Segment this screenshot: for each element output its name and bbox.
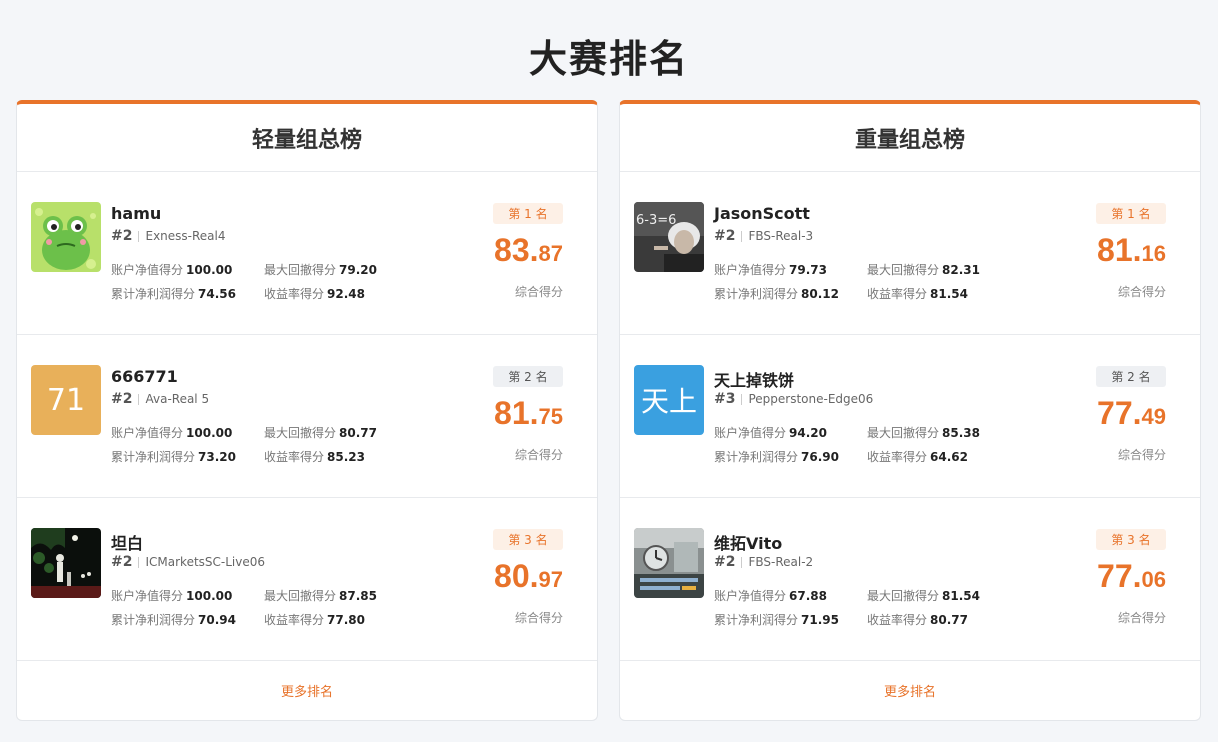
overall-score: 81.16 [1097, 232, 1166, 268]
return-score: 收益率得分 81.54 [867, 287, 968, 301]
return-score: 收益率得分 77.80 [264, 613, 365, 627]
account-server: FBS-Real-3 [748, 229, 814, 243]
board-title: 轻量组总榜 [17, 104, 597, 172]
trader-name[interactable]: 维拓Vito [714, 530, 782, 554]
ranking-row[interactable]: 天上 天上掉铁饼 #3 Pepperstone-Edge06 账户净值得分 94.2… [620, 335, 1200, 498]
overall-score: 80.97 [494, 558, 563, 594]
overall-score: 83.87 [494, 232, 563, 268]
equity-score: 账户净值得分 100.00 [111, 426, 233, 440]
separator [741, 230, 743, 242]
account-server: Exness-Real4 [145, 229, 226, 243]
drawdown-score: 最大回撤得分 87.85 [264, 589, 377, 603]
equity-score: 账户净值得分 67.88 [714, 589, 827, 603]
account-server: ICMarketsSC-Live06 [145, 555, 266, 569]
profit-score: 累计净利润得分 74.56 [111, 287, 236, 301]
trader-name[interactable]: JasonScott [714, 204, 810, 223]
return-score: 收益率得分 85.23 [264, 450, 365, 464]
einstein-avatar-icon[interactable]: 6-3=6 [634, 202, 704, 272]
heavy-group-board: 重量组总榜 6-3=6 JasonScott #2 FBS-Real-3 账户净值… [619, 100, 1201, 721]
overall-score: 77.49 [1097, 395, 1166, 431]
equity-score: 账户净值得分 79.73 [714, 263, 827, 277]
place-badge: 第 3 名 [1096, 529, 1166, 550]
place-badge: 第 2 名 [493, 366, 563, 387]
group-rank: #2 [111, 391, 133, 407]
equity-score: 账户净值得分 100.00 [111, 263, 233, 277]
group-rank: #2 [111, 554, 133, 570]
profit-score: 累计净利润得分 76.90 [714, 450, 839, 464]
rank-line: #2 FBS-Real-2 [714, 554, 813, 570]
rank-line: #2 Exness-Real4 [111, 228, 226, 244]
trader-name[interactable]: 天上掉铁饼 [714, 367, 794, 391]
rank-line: #3 Pepperstone-Edge06 [714, 391, 873, 407]
equity-score: 账户净值得分 94.20 [714, 426, 827, 440]
separator [138, 556, 140, 568]
frog-avatar-icon[interactable] [31, 202, 101, 272]
group-rank: #3 [714, 391, 736, 407]
profit-score: 累计净利润得分 73.20 [111, 450, 236, 464]
group-rank: #2 [714, 554, 736, 570]
board-title: 重量组总榜 [620, 104, 1200, 172]
profit-score: 累计净利润得分 80.12 [714, 287, 839, 301]
page-title: 大赛排名 [528, 37, 689, 81]
account-server: Ava-Real 5 [145, 392, 210, 406]
svg-text:6-3=6: 6-3=6 [636, 213, 676, 228]
group-rank: #2 [111, 228, 133, 244]
drawdown-score: 最大回撤得分 85.38 [867, 426, 980, 440]
overall-score-label: 综合得分 [1117, 285, 1166, 299]
ranking-row[interactable]: hamu #2 Exness-Real4 账户净值得分 100.00 最大回撤得分 7… [17, 172, 597, 335]
return-score: 收益率得分 92.48 [264, 287, 365, 301]
separator [741, 393, 743, 405]
drawdown-score: 最大回撤得分 82.31 [867, 263, 980, 277]
equity-score: 账户净值得分 100.00 [111, 589, 233, 603]
place-badge: 第 3 名 [493, 529, 563, 550]
ranking-row[interactable]: 71 666771 #2 Ava-Real 5 账户净值得分 100.00 最大回撤… [17, 335, 597, 498]
drawdown-score: 最大回撤得分 80.77 [264, 426, 377, 440]
account-server: FBS-Real-2 [748, 555, 814, 569]
ranking-row[interactable]: 坦白 #2 ICMarketsSC-Live06 账户净值得分 100.00 最大回… [17, 498, 597, 661]
more-rankings-link[interactable]: 更多排名 [17, 661, 597, 719]
profit-score: 累计净利润得分 71.95 [714, 613, 839, 627]
night-scene-avatar-icon[interactable] [31, 528, 101, 598]
overall-score: 81.75 [494, 395, 563, 431]
separator [138, 393, 140, 405]
overall-score: 77.06 [1097, 558, 1166, 594]
place-badge: 第 2 名 [1096, 366, 1166, 387]
drawdown-score: 最大回撤得分 81.54 [867, 589, 980, 603]
overall-score-label: 综合得分 [1117, 611, 1166, 625]
drawdown-score: 最大回撤得分 79.20 [264, 263, 377, 277]
rank-line: #2 Ava-Real 5 [111, 391, 209, 407]
separator [741, 556, 743, 568]
separator [138, 230, 140, 242]
overall-score-label: 综合得分 [514, 611, 563, 625]
ranking-row[interactable]: 6-3=6 JasonScott #2 FBS-Real-3 账户净值得分 79.7… [620, 172, 1200, 335]
trader-name[interactable]: 坦白 [111, 530, 143, 554]
return-score: 收益率得分 80.77 [867, 613, 968, 627]
overall-score-label: 综合得分 [514, 285, 563, 299]
profit-score: 累计净利润得分 70.94 [111, 613, 236, 627]
return-score: 收益率得分 64.62 [867, 450, 968, 464]
trader-name[interactable]: 666771 [111, 367, 178, 386]
rank-line: #2 ICMarketsSC-Live06 [111, 554, 265, 570]
account-server: Pepperstone-Edge06 [748, 392, 874, 406]
clock-photo-avatar-icon[interactable] [634, 528, 704, 598]
letter-avatar[interactable]: 71 [31, 365, 101, 435]
trader-name[interactable]: hamu [111, 204, 161, 223]
more-rankings-link[interactable]: 更多排名 [620, 661, 1200, 719]
letter-avatar[interactable]: 天上 [634, 365, 704, 435]
overall-score-label: 综合得分 [1117, 448, 1166, 462]
rank-line: #2 FBS-Real-3 [714, 228, 813, 244]
place-badge: 第 1 名 [493, 203, 563, 224]
ranking-row[interactable]: 维拓Vito #2 FBS-Real-2 账户净值得分 67.88 最大回撤得分 81… [620, 498, 1200, 661]
place-badge: 第 1 名 [1096, 203, 1166, 224]
light-group-board: 轻量组总榜 hamu #2 Exness-Real4 账户净值得分 100.00 最… [16, 100, 598, 721]
overall-score-label: 综合得分 [514, 448, 563, 462]
group-rank: #2 [714, 228, 736, 244]
